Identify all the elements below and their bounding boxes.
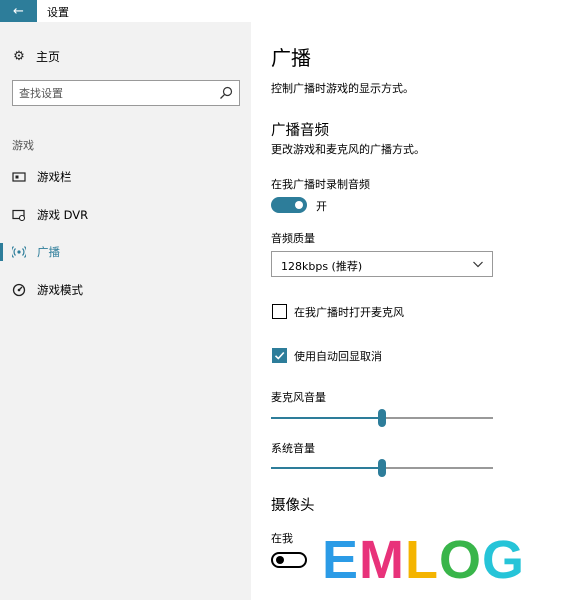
echo-cancel-label: 使用自动回显取消 — [294, 350, 382, 363]
search-icon[interactable] — [219, 86, 233, 100]
watermark-letter: M — [359, 530, 406, 590]
mic-volume-slider[interactable] — [271, 408, 493, 428]
back-button[interactable]: ← — [0, 0, 37, 22]
sidebar-item-home[interactable]: ⚙ 主页 — [12, 48, 60, 65]
sidebar-item-label: 广播 — [37, 245, 60, 259]
sidebar-item-gamebar[interactable]: 游戏栏 — [0, 163, 251, 191]
main-content: 广播 控制广播时游戏的显示方式。 广播音频 更改游戏和麦克风的广播方式。 在我广… — [251, 22, 587, 600]
slider-thumb[interactable] — [378, 409, 386, 427]
audio-quality-label: 音频质量 — [271, 232, 315, 245]
search-box[interactable] — [12, 80, 240, 106]
system-volume-label: 系统音量 — [271, 442, 315, 455]
sidebar-item-label: 游戏栏 — [37, 170, 72, 184]
mic-checkbox[interactable] — [272, 304, 287, 319]
watermark-letter: E — [322, 530, 360, 590]
sidebar-item-dvr[interactable]: 游戏 DVR — [0, 201, 251, 229]
audio-section-title: 广播音频 — [271, 123, 329, 139]
watermark-letter: L — [405, 530, 440, 590]
toggle-knob — [276, 556, 284, 564]
mic-checkbox-label: 在我广播时打开麦克风 — [294, 306, 404, 319]
record-audio-state: 开 — [316, 200, 327, 213]
camera-setting-label: 在我 — [271, 532, 293, 545]
echo-cancel-checkbox[interactable] — [272, 348, 287, 363]
gear-icon: ⚙ — [13, 48, 25, 64]
sidebar: ⚙ 主页 游戏 游戏栏 游戏 DVR 广播 游戏模式 — [0, 22, 251, 600]
window-title: 设置 — [47, 6, 69, 19]
section-label: 游戏 — [12, 139, 34, 152]
record-audio-toggle[interactable] — [271, 197, 307, 213]
active-indicator — [0, 243, 3, 261]
page-title: 广播 — [271, 46, 311, 70]
mic-volume-label: 麦克风音量 — [271, 391, 326, 404]
camera-section-title: 摄像头 — [271, 498, 315, 514]
search-input[interactable] — [19, 84, 209, 102]
sidebar-item-label: 游戏 DVR — [37, 208, 89, 222]
watermark-letter: G — [482, 530, 526, 590]
camera-toggle[interactable] — [271, 552, 307, 568]
sidebar-item-gamemode[interactable]: 游戏模式 — [0, 276, 251, 304]
audio-section-description: 更改游戏和麦克风的广播方式。 — [271, 143, 425, 156]
toggle-knob — [295, 201, 303, 209]
gamebar-icon — [11, 169, 27, 185]
checkmark-icon — [274, 351, 285, 360]
system-volume-slider[interactable] — [271, 458, 493, 478]
record-audio-label: 在我广播时录制音频 — [271, 178, 370, 191]
gamemode-icon — [11, 282, 27, 298]
sidebar-item-broadcast[interactable]: 广播 — [0, 238, 251, 266]
title-bar: ← 设置 — [0, 0, 587, 22]
watermark-letter: O — [439, 530, 483, 590]
chevron-down-icon — [473, 261, 483, 268]
page-description: 控制广播时游戏的显示方式。 — [271, 82, 414, 95]
dvr-icon — [11, 207, 27, 223]
watermark-logo: E M L O G — [322, 530, 572, 590]
audio-quality-dropdown[interactable]: 128kbps (推荐) — [271, 251, 493, 277]
audio-quality-value: 128kbps (推荐) — [281, 260, 363, 273]
broadcast-icon — [11, 244, 27, 260]
sidebar-item-label: 游戏模式 — [37, 283, 83, 297]
slider-fill — [271, 417, 382, 419]
slider-thumb[interactable] — [378, 459, 386, 477]
home-label: 主页 — [36, 50, 61, 64]
slider-fill — [271, 467, 382, 469]
arrow-left-icon: ← — [13, 3, 24, 19]
